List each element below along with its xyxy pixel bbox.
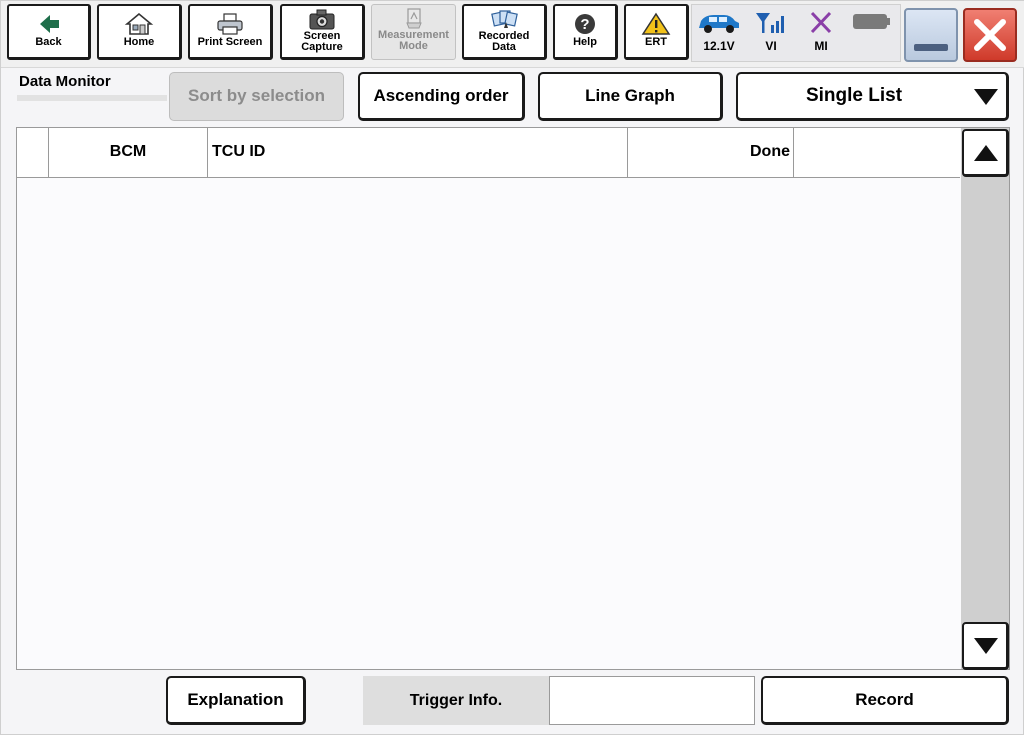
close-button[interactable] [963, 8, 1017, 62]
column-header-ecu: BCM [49, 128, 208, 177]
battery-status [846, 7, 896, 61]
printer-icon [217, 13, 243, 35]
connection-status-panel: 12.1V VI MI [691, 4, 901, 62]
trigger-info-label: Trigger Info. [363, 676, 549, 725]
table-header: BCM TCU ID Done [17, 128, 960, 178]
camera-icon [309, 9, 335, 30]
warning-icon [641, 12, 671, 35]
view-mode-dropdown[interactable]: Single List [736, 72, 1009, 121]
back-arrow-icon [39, 15, 59, 33]
data-table: BCM TCU ID Done [16, 127, 1010, 670]
mi-status: MI [796, 7, 846, 61]
minimize-icon [914, 44, 948, 51]
recorded-data-icon [491, 10, 518, 28]
vi-status: VI [746, 7, 796, 61]
toolbar: Back Home Print Screen Screen Capture Me… [1, 1, 1024, 68]
view-mode-value: Single List [805, 85, 903, 106]
disconnected-x-icon [810, 11, 832, 34]
close-icon [974, 19, 1006, 51]
column-header-item: TCU ID [208, 128, 628, 177]
ert-button[interactable]: ERT [624, 4, 689, 60]
recorded-data-button[interactable]: Recorded Data [462, 4, 547, 60]
scroll-up-button[interactable] [962, 129, 1009, 177]
scroll-down-button[interactable] [962, 622, 1009, 670]
trigger-info-field [549, 676, 755, 725]
car-icon [699, 15, 739, 33]
measurement-mode-button[interactable]: Measurement Mode [371, 4, 456, 60]
help-button[interactable]: ? Help [553, 4, 618, 60]
battery-icon [853, 14, 890, 29]
sort-by-selection-button[interactable]: Sort by selection [169, 72, 344, 121]
help-icon: ? [575, 14, 595, 34]
explanation-button[interactable]: Explanation [166, 676, 306, 725]
arrow-up-icon [974, 145, 998, 161]
vertical-scrollbar[interactable] [961, 128, 1009, 669]
page-title: Data Monitor [19, 73, 111, 90]
home-icon [124, 12, 154, 35]
arrow-down-icon [974, 638, 998, 654]
back-button[interactable]: Back [7, 4, 91, 60]
line-graph-button[interactable]: Line Graph [538, 72, 723, 121]
column-header-unit [794, 128, 960, 177]
print-screen-button[interactable]: Print Screen [188, 4, 273, 60]
title-underline [17, 95, 167, 101]
column-header-select [17, 128, 49, 177]
minimize-button[interactable] [904, 8, 958, 62]
home-button[interactable]: Home [97, 4, 182, 60]
chevron-down-icon [974, 89, 998, 105]
app-window: Back Home Print Screen Screen Capture Me… [0, 0, 1024, 735]
battery-voltage-status: 12.1V [694, 7, 744, 61]
svg-text:?: ? [580, 16, 589, 33]
column-header-value: Done [628, 128, 794, 177]
signal-icon [756, 13, 784, 33]
ascending-order-button[interactable]: Ascending order [358, 72, 525, 121]
table-body [17, 178, 960, 669]
measurement-icon [405, 8, 422, 29]
screen-capture-button[interactable]: Screen Capture [280, 4, 365, 60]
record-button[interactable]: Record [761, 676, 1009, 725]
